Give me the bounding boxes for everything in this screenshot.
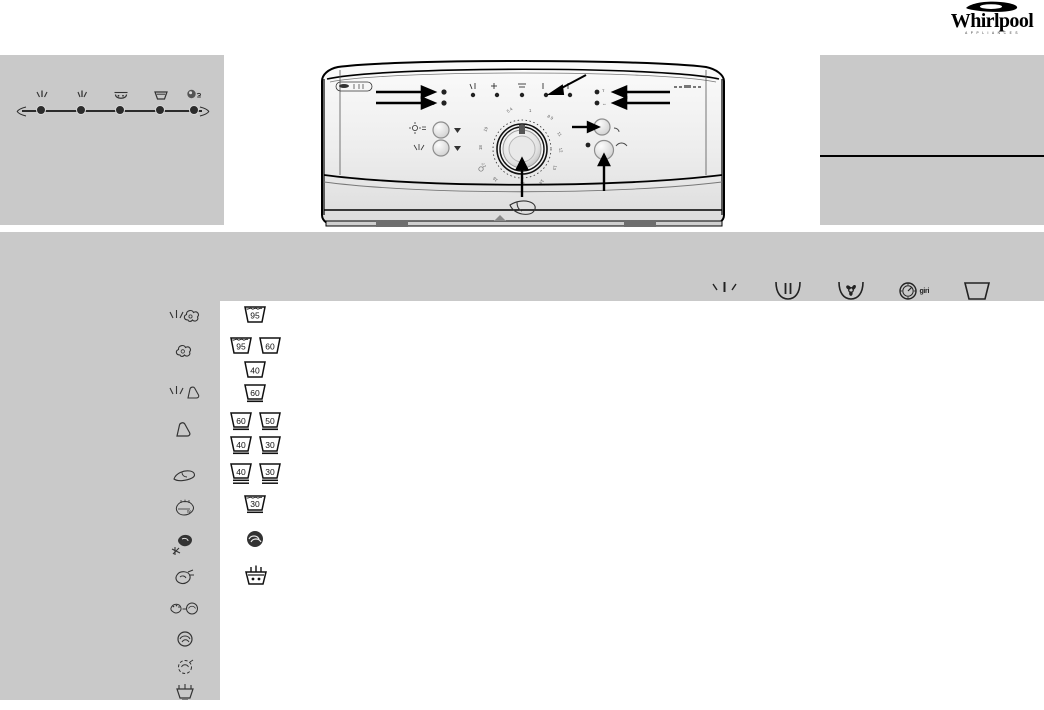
svg-text:60: 60 (236, 416, 246, 426)
care-labels-row-5: 40 30 (222, 462, 288, 484)
care-label-30-double-underlined: 30 (243, 494, 267, 515)
program-chart-panel: giri 95 95 60 40 60 60 50 40 30 40 30 w … (0, 232, 1044, 704)
care-label-60-underlined: 60 (229, 410, 253, 431)
care-labels-row-8 (225, 564, 285, 585)
care-label-40: 40 (243, 359, 267, 380)
timeline-axis (22, 110, 202, 112)
fabric-icon-softener (155, 596, 215, 626)
care-label-40-double-underlined: 40 (229, 462, 253, 484)
fabric-icon-synthetics-prewash (155, 380, 215, 410)
care-labels-row-6: 30 (225, 494, 285, 515)
care-label-30-double-underlined: 30 (258, 462, 282, 484)
care-label-60: 60 (258, 335, 282, 356)
timeline-node-1[interactable] (36, 105, 46, 115)
notes-panel-divider (820, 155, 1044, 158)
care-label-40-underlined: 40 (229, 434, 253, 455)
notes-panel (820, 55, 1044, 225)
fabric-icon-cotton (155, 337, 215, 367)
care-label-60-underlined: 60 (243, 382, 267, 403)
svg-text:40: 40 (250, 366, 260, 376)
svg-text:18: 18 (478, 145, 483, 150)
care-label-50-underlined: 50 (258, 410, 282, 431)
whirlpool-logo: Whirlpool A P P L I A N C E S (946, 1, 1038, 35)
fabric-icon-cotton-prewash (155, 304, 215, 334)
timeline-node-5[interactable] (189, 105, 199, 115)
fabric-icon-handwash (155, 528, 215, 564)
care-label-95: 95 (243, 304, 267, 325)
svg-text:40: 40 (236, 467, 246, 477)
fabric-icon-delicates (155, 462, 215, 492)
care-label-handwash (243, 528, 267, 549)
fabric-icon-drain (155, 624, 215, 654)
cycle-progress-timeline (14, 88, 210, 118)
svg-text:60: 60 (250, 388, 260, 398)
svg-text:↔: ↔ (602, 101, 607, 106)
brand-wordmark: Whirlpool (950, 10, 1034, 32)
fabric-icon-wool: w (155, 494, 215, 524)
svg-text:30: 30 (265, 467, 275, 477)
svg-text:50: 50 (265, 416, 275, 426)
svg-text:w: w (187, 509, 191, 515)
cycle-progress-panel (0, 55, 224, 225)
timeline-node-4[interactable] (155, 105, 165, 115)
care-label-rinse-tub (243, 564, 267, 585)
care-label-95: 95 (229, 335, 253, 356)
care-label-30-underlined: 30 (258, 434, 282, 455)
care-labels-row-2: 95 60 40 (222, 335, 288, 380)
care-labels-row-1: 95 (225, 304, 285, 325)
fabric-icon-synthetics (155, 416, 215, 446)
timeline-node-2[interactable] (76, 105, 86, 115)
fabric-icon-spin (155, 680, 215, 710)
timeline-left-cap (16, 104, 27, 117)
svg-text:60: 60 (265, 342, 275, 352)
program-chart-table (220, 301, 1044, 703)
svg-text:30: 30 (250, 499, 260, 509)
care-labels-row-7 (225, 528, 285, 549)
brand-tagline: A P P L I A N C E S (965, 31, 1019, 35)
care-labels-row-4: 60 50 40 30 (222, 410, 288, 455)
svg-text:30: 30 (265, 440, 275, 450)
care-labels-row-3: 60 (225, 382, 285, 403)
whirlpool-swoosh-icon (964, 1, 1020, 13)
svg-text:95: 95 (236, 342, 246, 352)
timeline-node-3[interactable] (115, 105, 125, 115)
fabric-icon-rinse (155, 564, 215, 594)
washing-machine-illustration: °c T L ↔ (314, 55, 732, 230)
spin-speed-caption: giri (919, 287, 930, 295)
svg-text:95: 95 (250, 311, 260, 321)
fabric-icon-gentle-spin (155, 652, 215, 682)
svg-text:40: 40 (236, 440, 246, 450)
